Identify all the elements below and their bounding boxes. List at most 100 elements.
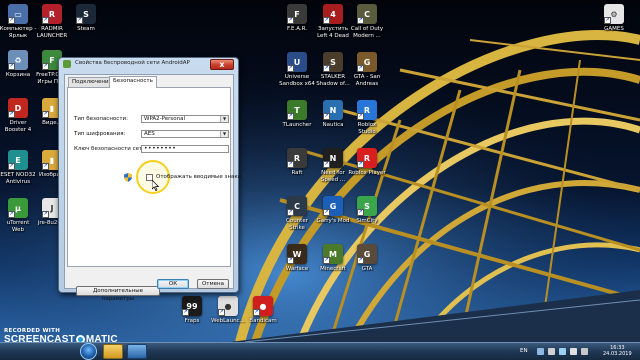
gta-4-icon: G ↗ (357, 244, 377, 264)
shortcut-arrow-icon: ↗ (42, 163, 49, 170)
desktop-icon-label: Fraps (184, 318, 200, 324)
advanced-settings-button[interactable]: Дополнительные параметры (76, 286, 160, 302)
language-indicator[interactable]: EN (520, 348, 528, 354)
tray-network-icon[interactable] (559, 348, 566, 355)
cod-icon: C ↗ (357, 4, 377, 24)
shortcut-arrow-icon: ↗ (287, 65, 294, 72)
tray-flag-icon[interactable] (548, 348, 555, 355)
start-button[interactable] (80, 343, 97, 360)
taskbar-explorer-button[interactable] (103, 344, 123, 359)
desktop-icon[interactable]: R ↗ Roblox Studio (347, 100, 387, 135)
garrys-mod-icon: G ↗ (323, 196, 343, 216)
desktop-icon-label: F.E.A.R. (286, 26, 308, 32)
desktop-icon[interactable]: G ↗ GTA (347, 244, 387, 273)
minecraft-icon: M ↗ (323, 244, 343, 264)
desktop-icon[interactable]: S ↗ SimCity (347, 196, 387, 225)
shortcut-arrow-icon: ↗ (76, 17, 83, 24)
desktop-icon-label: GTA - San Andreas (353, 74, 381, 87)
shortcut-arrow-icon: ↗ (323, 209, 330, 216)
ok-button[interactable]: ОК (157, 279, 189, 289)
desktop-icon-label: GAMES (604, 26, 624, 32)
close-button[interactable]: x (210, 59, 234, 70)
desktop-icon-label: Warface (285, 266, 309, 272)
shortcut-arrow-icon: ↗ (8, 163, 15, 170)
computer-icon: ▭ ↗ (8, 4, 28, 24)
desktop-icon-label: Roblox Studio (357, 122, 377, 135)
driver-booster-icon: D ↗ (8, 98, 28, 118)
desktop-icon[interactable]: C ↗ Counter Strike (277, 196, 317, 231)
recycle-bin-icon: ♻ ↗ (8, 50, 28, 70)
desktop-icon[interactable]: ● ↗ WebLaunc... (208, 296, 248, 325)
simcity-icon: S ↗ (357, 196, 377, 216)
desktop-icon[interactable]: ⚙ ↗ GAMES (594, 4, 634, 33)
desktop-icon-label: Universe Sandbox x64 (279, 74, 315, 87)
shortcut-arrow-icon: ↗ (357, 113, 364, 120)
show-characters-label: Отображать вводимые знаки (156, 174, 242, 180)
desktop-icon-label: Raft (291, 170, 303, 176)
radmir-icon: R ↗ (42, 4, 62, 24)
shortcut-arrow-icon: ↗ (357, 257, 364, 264)
dialog-title: Свойства беспроводной сети AndroidAP (75, 60, 190, 66)
raft-icon: R ↗ (287, 148, 307, 168)
tray-battery-icon[interactable] (581, 348, 588, 355)
steam-icon: S ↗ (76, 4, 96, 24)
roblox-player-icon: R ↗ (357, 148, 377, 168)
desktop-icon-label: Call of Duty Modern ... (350, 26, 384, 39)
games-icon: ⚙ ↗ (604, 4, 624, 24)
network-icon (63, 60, 71, 68)
shortcut-arrow-icon: ↗ (357, 161, 364, 168)
desktop-icon[interactable]: C ↗ Call of Duty Modern ... (347, 4, 387, 39)
desktop-icon[interactable]: R ↗ Roblox Player (347, 148, 387, 177)
chevron-down-icon: ▼ (220, 116, 228, 122)
nautica-icon: N ↗ (323, 100, 343, 120)
fear-icon: F ↗ (287, 4, 307, 24)
shortcut-arrow-icon: ↗ (8, 111, 15, 118)
fraps-icon: 99 ↗ (182, 296, 202, 316)
desktop-icon-label: Bandicam (249, 318, 277, 324)
shortcut-arrow-icon: ↗ (287, 257, 294, 264)
security-key-label: Ключ безопасности сети (74, 146, 146, 152)
clock[interactable]: 16:33 24.03.2019 (603, 345, 632, 357)
shortcut-arrow-icon: ↗ (287, 161, 294, 168)
clock-date: 24.03.2019 (603, 351, 632, 357)
desktop-icon[interactable]: S ↗ Steam (66, 4, 106, 33)
stalker-icon: S ↗ (323, 52, 343, 72)
security-type-select[interactable]: WPA2-Personal ▼ (141, 115, 229, 123)
shortcut-arrow-icon: ↗ (182, 309, 189, 316)
security-key-input[interactable]: •••••••• (141, 145, 229, 153)
shortcut-arrow-icon: ↗ (323, 161, 330, 168)
security-type-label: Тип безопасности: (74, 116, 128, 122)
shortcut-arrow-icon: ↗ (42, 111, 49, 118)
desktop-icon-label: Roblox Player (348, 170, 386, 176)
desktop-icon[interactable]: R ↗ Raft (277, 148, 317, 177)
shortcut-arrow-icon: ↗ (323, 17, 330, 24)
tab-security[interactable]: Безопасность (109, 76, 157, 88)
security-panel: Тип безопасности: WPA2-Personal ▼ Тип ши… (67, 87, 241, 267)
desktop-icon-label: WebLaunc... (211, 318, 245, 324)
desktop-icon[interactable]: T ↗ TLauncher (277, 100, 317, 129)
shortcut-arrow-icon: ↗ (42, 211, 49, 218)
shortcut-arrow-icon: ↗ (287, 17, 294, 24)
shortcut-arrow-icon: ↗ (8, 211, 15, 218)
shortcut-arrow-icon: ↗ (8, 17, 15, 24)
encryption-type-label: Тип шифрования: (74, 131, 126, 137)
wireless-properties-dialog: Свойства беспроводной сети AndroidAP x П… (58, 57, 241, 302)
desktop-icon[interactable]: 99 ↗ Fraps (172, 296, 212, 325)
universe-sandbox-icon: U ↗ (287, 52, 307, 72)
cancel-button[interactable]: Отмена (197, 279, 229, 289)
chevron-down-icon: ▼ (220, 131, 228, 137)
mouse-cursor-icon (152, 180, 160, 191)
tray-speaker-icon[interactable] (570, 348, 577, 355)
desktop-icon[interactable]: ● ↗ Bandicam (243, 296, 283, 325)
desktop-icon[interactable]: F ↗ F.E.A.R. (277, 4, 317, 33)
shortcut-arrow-icon: ↗ (604, 17, 611, 24)
desktop-icon[interactable]: G ↗ GTA - San Andreas (347, 52, 387, 87)
encryption-type-select[interactable]: AES ▼ (141, 130, 229, 138)
nfs-icon: N ↗ (323, 148, 343, 168)
tray-up-arrow-icon[interactable] (537, 348, 544, 355)
desktop-icon[interactable]: W ↗ Warface (277, 244, 317, 273)
eset-icon: E ↗ (8, 150, 28, 170)
desktop-icon-label: SimCity (356, 218, 378, 224)
taskbar-media-player-button[interactable] (127, 344, 147, 359)
desktop-icon[interactable]: U ↗ Universe Sandbox x64 (277, 52, 317, 87)
